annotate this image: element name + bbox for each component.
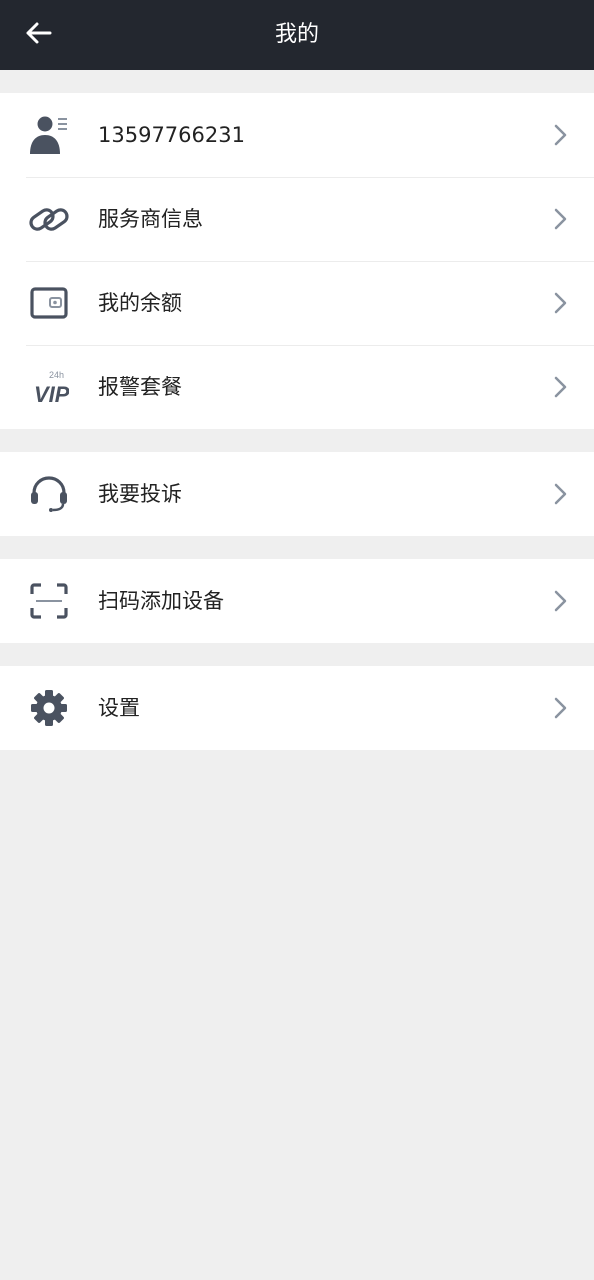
chevron-right-icon bbox=[546, 373, 574, 401]
list-item-complaint[interactable]: 我要投诉 bbox=[0, 452, 594, 536]
chevron-right-icon bbox=[546, 205, 574, 233]
account-group: 13597766231 服务商信息 我的余额 24h VIP 报警套餐 bbox=[0, 93, 594, 429]
list-item-settings[interactable]: 设置 bbox=[0, 666, 594, 750]
scan-add-device-label: 扫码添加设备 bbox=[98, 589, 224, 613]
chevron-right-icon bbox=[546, 121, 574, 149]
alarm-package-label: 报警套餐 bbox=[98, 375, 182, 399]
user-card-icon bbox=[26, 112, 72, 158]
headset-icon bbox=[26, 471, 72, 517]
chevron-right-icon bbox=[546, 694, 574, 722]
page-title: 我的 bbox=[274, 22, 319, 47]
scan-group: 扫码添加设备 bbox=[0, 559, 594, 643]
chevron-right-icon bbox=[546, 480, 574, 508]
scan-icon bbox=[26, 578, 72, 624]
wallet-icon bbox=[26, 280, 72, 326]
settings-label: 设置 bbox=[98, 696, 140, 720]
chevron-right-icon bbox=[546, 289, 574, 317]
vip-24h-icon: 24h VIP bbox=[26, 364, 72, 410]
complaint-group: 我要投诉 bbox=[0, 452, 594, 536]
list-item-balance[interactable]: 我的余额 bbox=[0, 261, 594, 345]
complaint-label: 我要投诉 bbox=[98, 482, 182, 506]
svg-text:VIP: VIP bbox=[34, 382, 69, 405]
link-icon bbox=[26, 196, 72, 242]
svg-text:24h: 24h bbox=[49, 370, 64, 380]
provider-info-label: 服务商信息 bbox=[98, 207, 203, 231]
phone-label: 13597766231 bbox=[98, 123, 245, 147]
balance-label: 我的余额 bbox=[98, 291, 182, 315]
top-bar: 我的 bbox=[0, 0, 594, 70]
chevron-right-icon bbox=[546, 587, 574, 615]
list-item-phone[interactable]: 13597766231 bbox=[0, 93, 594, 177]
list-item-scan-add-device[interactable]: 扫码添加设备 bbox=[0, 559, 594, 643]
gear-icon bbox=[26, 685, 72, 731]
list-item-alarm-package[interactable]: 24h VIP 报警套餐 bbox=[0, 345, 594, 429]
settings-group: 设置 bbox=[0, 666, 594, 750]
list-item-provider-info[interactable]: 服务商信息 bbox=[0, 177, 594, 261]
